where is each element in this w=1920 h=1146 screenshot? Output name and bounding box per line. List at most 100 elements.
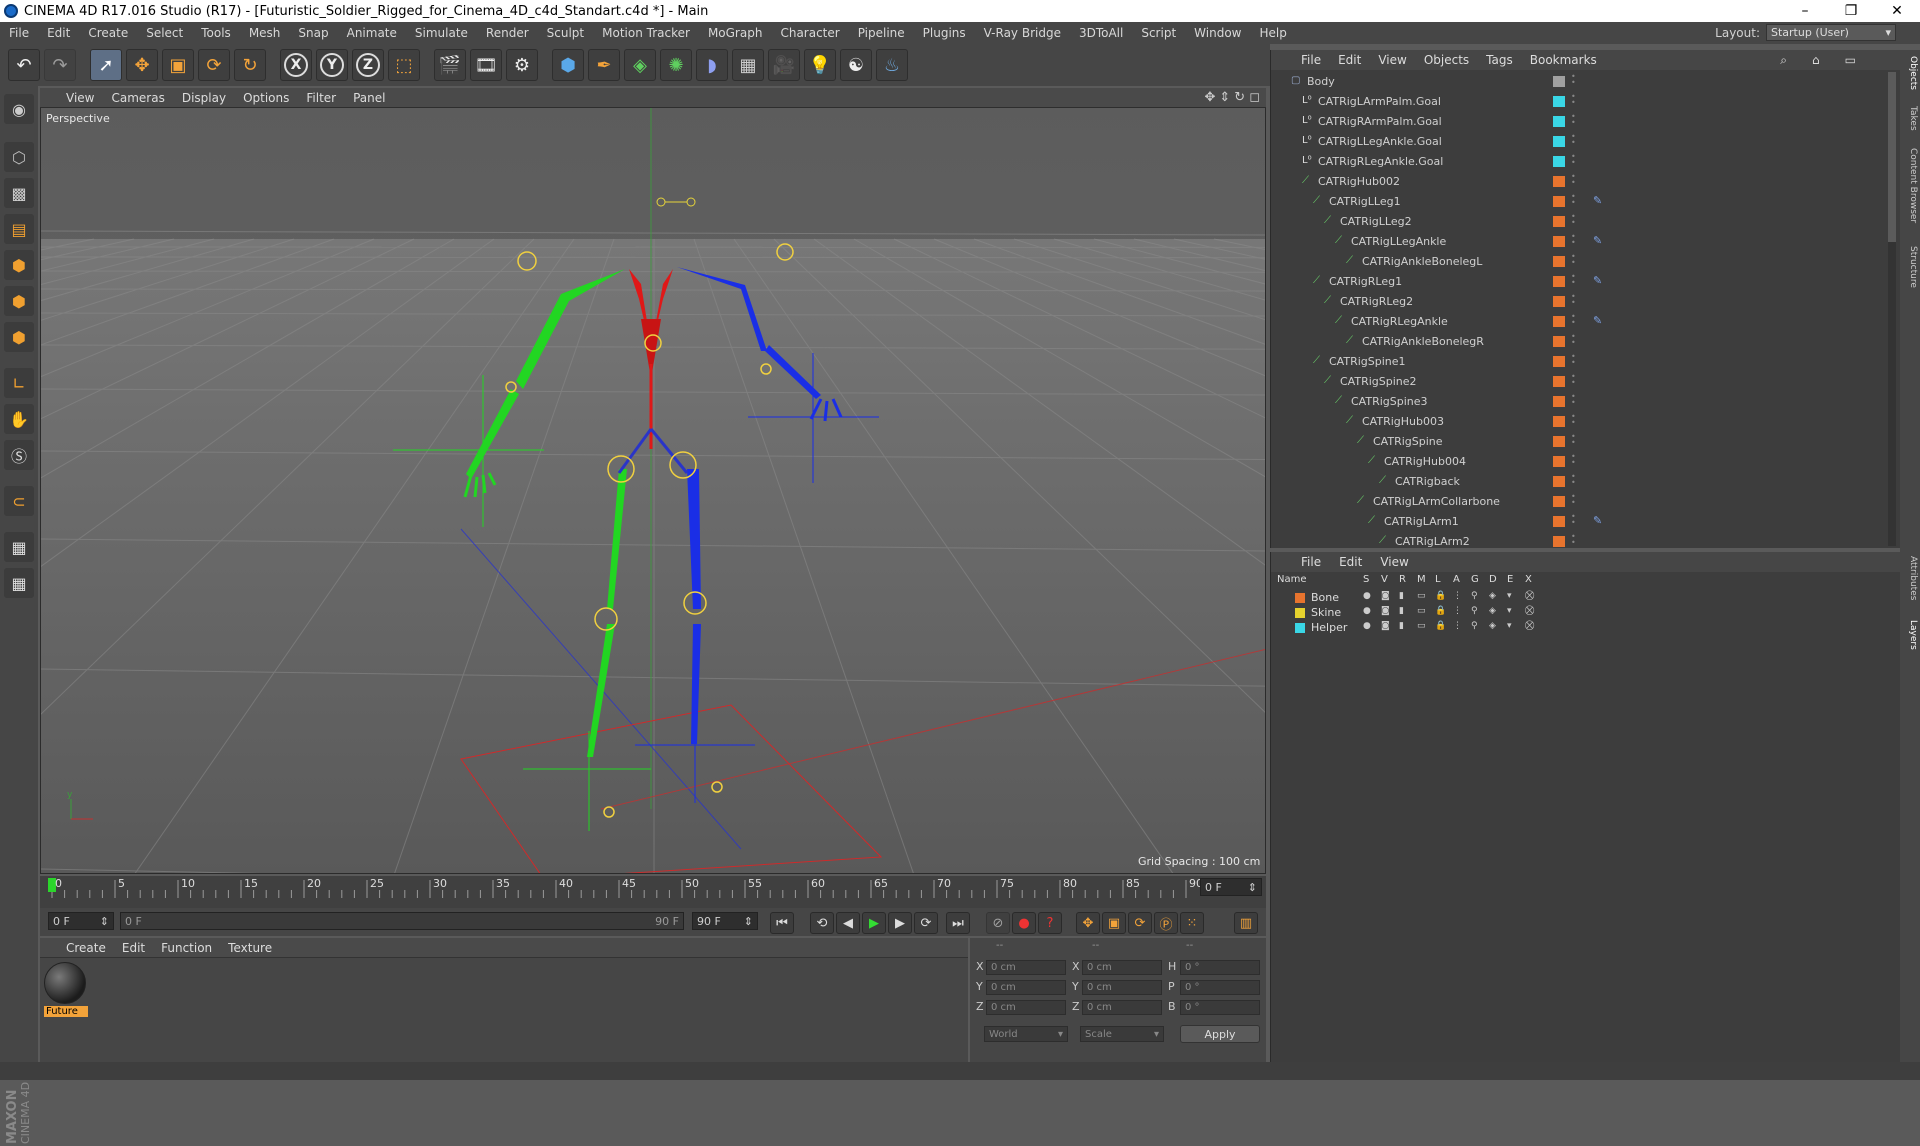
object-row[interactable]: ⟋CATRigLLeg2• • [1271,212,1891,232]
layer-column-s[interactable]: S [1363,574,1369,585]
render-picture-viewer-button[interactable]: 🎞 [470,49,502,81]
maximize-view-icon[interactable]: ◻ [1249,90,1260,105]
apply-button[interactable]: Apply [1180,1025,1260,1043]
layer-toggle-icon[interactable]: ▮ [1399,591,1404,601]
coord-mode-select[interactable]: World▾ [984,1026,1068,1042]
object-row[interactable]: L⁰CATRigLArmPalm.Goal• • [1271,92,1891,112]
layer-toggle-icon[interactable]: ▭ [1417,591,1426,601]
layer-toggle-icon[interactable]: ⋮ [1453,591,1462,601]
end-frame-field[interactable]: 90 F⇕ [692,912,758,930]
axis-mode-button[interactable]: ∟ [4,368,34,398]
object-row[interactable]: ⟋CATRigAnkleBonelegL• • [1271,252,1891,272]
viewport-canvas[interactable]: y [41,89,1266,874]
layer-color-swatch[interactable] [1295,623,1305,633]
layer-toggle-icon[interactable]: ◙ [1381,621,1390,631]
object-row[interactable]: ⟋CATRigAnkleBonelegR• • [1271,332,1891,352]
visibility-dots-icon[interactable]: • • [1571,394,1577,409]
menu-simulate[interactable]: Simulate [406,26,477,40]
make-editable-button[interactable]: ◉ [4,94,34,124]
size-z-field[interactable]: 0 cm [1082,1000,1162,1015]
visibility-dots-icon[interactable]: • • [1571,74,1577,89]
visibility-dots-icon[interactable]: • • [1571,274,1577,289]
close-button[interactable]: ✕ [1874,0,1920,22]
key-rotation-button[interactable]: ⟳ [1128,912,1152,934]
menu-file[interactable]: File [0,26,38,40]
tweak-mode-button[interactable]: ✋ [4,404,34,434]
layer-toggle-icon[interactable]: 🔒 [1435,591,1446,601]
layer-menu-view[interactable]: View [1380,555,1408,569]
lock-workplane-button[interactable]: ▦ [4,532,34,562]
material-menu-create[interactable]: Create [66,941,106,955]
visibility-dots-icon[interactable]: • • [1571,354,1577,369]
layer-color-swatch[interactable] [1553,376,1565,387]
layer-color-swatch[interactable] [1553,276,1565,287]
menu-script[interactable]: Script [1132,26,1185,40]
menu-motion-tracker[interactable]: Motion Tracker [593,26,699,40]
visibility-dots-icon[interactable]: • • [1571,294,1577,309]
model-mode-button[interactable]: ⬡ [4,142,34,172]
visibility-dots-icon[interactable]: • • [1571,314,1577,329]
visibility-dots-icon[interactable]: • • [1571,374,1577,389]
layer-color-swatch[interactable] [1553,436,1565,447]
timeline-window-button[interactable]: ▥ [1234,912,1258,934]
layer-toggle-icon[interactable]: 🔒 [1435,621,1446,631]
menu-character[interactable]: Character [771,26,848,40]
object-menu-file[interactable]: File [1301,53,1321,67]
size-y-field[interactable]: 0 cm [1082,980,1162,995]
viewport-menu-cameras[interactable]: Cameras [111,91,164,105]
object-row[interactable]: ⟋CATRigback• • [1271,472,1891,492]
layer-column-l[interactable]: L [1435,574,1441,585]
visibility-dots-icon[interactable]: • • [1571,194,1577,209]
next-frame-button[interactable]: ▶ [888,912,912,934]
layer-color-swatch[interactable] [1553,96,1565,107]
current-frame-field[interactable]: 0 F⇕ [1200,878,1262,896]
object-row[interactable]: L⁰CATRigLLegAnkle.Goal• • [1271,132,1891,152]
size-x-field[interactable]: 0 cm [1082,960,1162,975]
layer-column-m[interactable]: M [1417,574,1426,585]
layer-color-swatch[interactable] [1553,196,1565,207]
object-row[interactable]: ⟋CATRigLArm1• •✎ [1271,512,1891,532]
visibility-dots-icon[interactable]: • • [1571,434,1577,449]
layer-color-swatch[interactable] [1553,316,1565,327]
object-scrollbar[interactable] [1888,72,1896,546]
material-menu-edit[interactable]: Edit [122,941,145,955]
menu-sculpt[interactable]: Sculpt [538,26,593,40]
start-frame-field[interactable]: 0 F⇕ [48,912,114,930]
layer-color-swatch[interactable] [1553,216,1565,227]
layer-toggle-icon[interactable]: ● [1363,606,1371,616]
next-key-button[interactable]: ⟳ [914,912,938,934]
subdivision-surface-button[interactable]: ◈ [624,49,656,81]
cat-tag-icon[interactable]: ✎ [1593,514,1602,527]
points-mode-button[interactable]: ⬢ [4,250,34,280]
object-menu-edit[interactable]: Edit [1338,53,1361,67]
move-view-icon[interactable]: ⇕ [1219,90,1230,105]
visibility-dots-icon[interactable]: • • [1571,494,1577,509]
rot-p-field[interactable]: 0 ° [1180,980,1260,995]
visibility-dots-icon[interactable]: • • [1571,114,1577,129]
record-active-button[interactable]: ● [1012,912,1036,934]
play-button[interactable]: ▶ [862,912,886,934]
layer-menu-file[interactable]: File [1301,555,1321,569]
key-position-button[interactable]: ✥ [1076,912,1100,934]
live-selection-button[interactable]: ➚ [90,49,122,81]
edges-mode-button[interactable]: ⬢ [4,286,34,316]
layer-menu-edit[interactable]: Edit [1339,555,1362,569]
undo-button[interactable]: ↶ [8,49,40,81]
z-axis-button[interactable]: Z [352,49,384,81]
layer-toggle-icon[interactable]: ◈ [1489,621,1496,631]
layer-color-swatch[interactable] [1553,476,1565,487]
layer-toggle-icon[interactable]: ▾ [1507,591,1512,601]
previous-key-button[interactable]: ⟲ [810,912,834,934]
cat-tag-icon[interactable]: ✎ [1593,314,1602,327]
menu-plugins[interactable]: Plugins [914,26,975,40]
layer-toggle-icon[interactable]: ▮ [1399,606,1404,616]
visibility-dots-icon[interactable]: • • [1571,414,1577,429]
array-button[interactable]: ✺ [660,49,692,81]
rot-b-field[interactable]: 0 ° [1180,1000,1260,1015]
visibility-dots-icon[interactable]: • • [1571,254,1577,269]
visibility-dots-icon[interactable]: • • [1571,94,1577,109]
layer-toggle-icon[interactable]: ◙ [1381,591,1390,601]
layer-color-swatch[interactable] [1553,256,1565,267]
object-menu-objects[interactable]: Objects [1424,53,1469,67]
object-row[interactable]: ⟋CATRigHub002• • [1271,172,1891,192]
